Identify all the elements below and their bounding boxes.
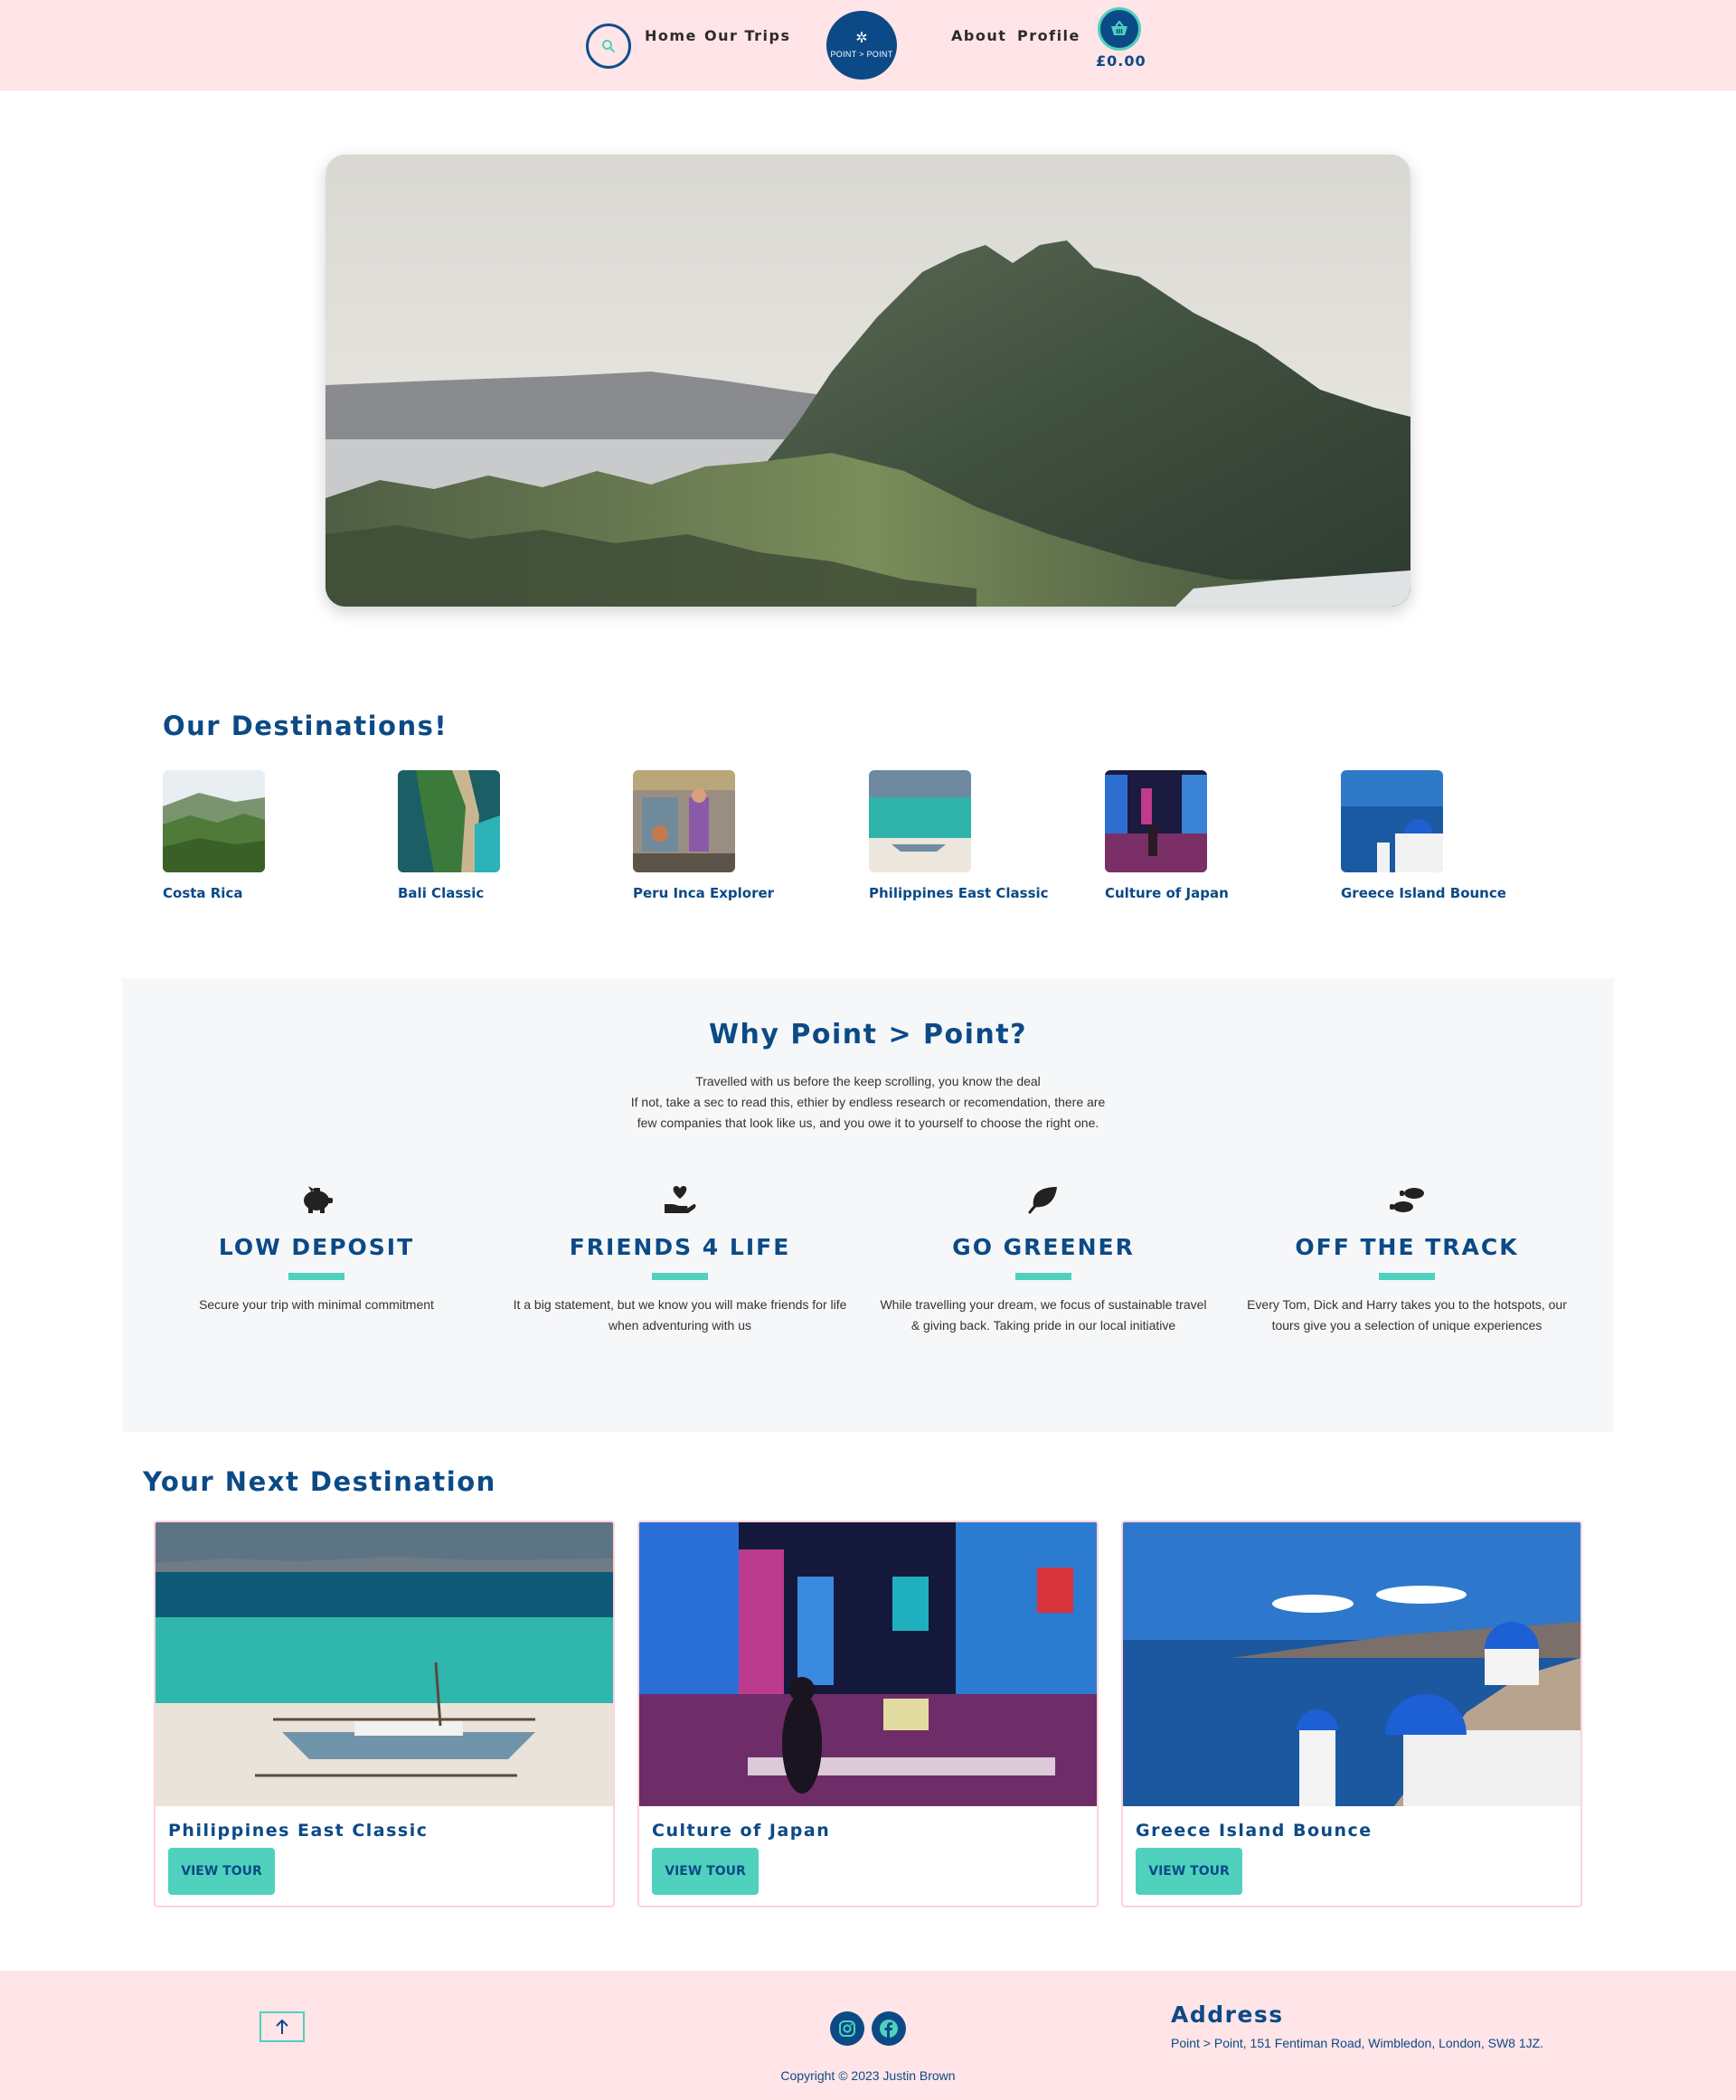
instagram-link[interactable] bbox=[830, 2011, 864, 2046]
why-intro-line: few companies that look like us, and you… bbox=[637, 1116, 1099, 1130]
tour-card-image bbox=[639, 1522, 1097, 1806]
feature-description: Every Tom, Dick and Harry takes you to t… bbox=[1247, 1297, 1567, 1333]
copyright-text: Copyright © 2023 Justin Brown bbox=[780, 2068, 956, 2083]
basket-icon bbox=[1111, 21, 1127, 35]
piggy-bank-icon bbox=[304, 1186, 333, 1213]
destination-item-philippines-east-classic[interactable]: Philippines East Classic bbox=[869, 770, 1077, 901]
destination-name: Peru Inca Explorer bbox=[633, 885, 775, 901]
why-intro-line: Travelled with us before the keep scroll… bbox=[695, 1074, 1041, 1088]
feature-description: It a big statement, but we know you will… bbox=[513, 1297, 847, 1333]
destination-item-bali-classic[interactable]: Bali Classic bbox=[398, 770, 606, 901]
destination-name: Bali Classic bbox=[398, 885, 485, 901]
footprints-icon bbox=[1390, 1188, 1424, 1212]
destination-item-culture-of-japan[interactable]: Culture of Japan bbox=[1105, 770, 1313, 901]
destination-item-greece-island-bounce[interactable]: Greece Island Bounce bbox=[1341, 770, 1549, 901]
destinations-title: Our Destinations! bbox=[163, 711, 448, 741]
back-to-top-button[interactable] bbox=[259, 2011, 305, 2042]
feature-off-the-track: OFF THE TRACK Every Tom, Dick and Harry … bbox=[1231, 1182, 1583, 1336]
nav-link-profile[interactable]: Profile bbox=[1017, 27, 1080, 44]
destination-thumbnail bbox=[633, 770, 735, 872]
destination-thumbnail bbox=[1105, 770, 1207, 872]
destination-name: Costa Rica bbox=[163, 885, 243, 901]
address-text: Point > Point, 151 Fentiman Road, Wimble… bbox=[1171, 2036, 1544, 2050]
destination-name: Greece Island Bounce bbox=[1341, 885, 1506, 901]
why-intro: Travelled with us before the keep scroll… bbox=[574, 1071, 1162, 1134]
footer: Address Point > Point, 151 Fentiman Road… bbox=[0, 1971, 1736, 2100]
nav-link-our-trips[interactable]: Our Trips bbox=[704, 27, 790, 44]
view-tour-button[interactable]: VIEW TOUR bbox=[652, 1848, 759, 1895]
destination-name: Philippines East Classic bbox=[869, 885, 1049, 901]
why-section: Why Point > Point? Travelled with us bef… bbox=[122, 978, 1614, 1432]
destination-item-costa-rica[interactable]: Costa Rica bbox=[163, 770, 371, 901]
brand-logo-text: POINT > POINT bbox=[830, 50, 893, 59]
facebook-link[interactable] bbox=[872, 2011, 906, 2046]
tour-card-japan: Culture of Japan VIEW TOUR bbox=[637, 1521, 1099, 1907]
view-tour-button[interactable]: VIEW TOUR bbox=[1136, 1848, 1242, 1895]
compass-icon: ✲ bbox=[855, 31, 868, 46]
destination-thumbnail bbox=[163, 770, 265, 872]
tour-card-philippines: Philippines East Classic VIEW TOUR bbox=[154, 1521, 615, 1907]
facebook-icon bbox=[880, 2020, 898, 2038]
top-navigation: Home Our Trips ✲ POINT > POINT About Pro… bbox=[0, 0, 1736, 90]
nav-link-home[interactable]: Home bbox=[645, 27, 697, 44]
arrow-up-icon bbox=[276, 2019, 288, 2034]
why-intro-line: If not, take a sec to read this, ethier … bbox=[630, 1095, 1106, 1109]
feature-title: FRIENDS 4 LIFE bbox=[569, 1234, 791, 1260]
nav-link-about[interactable]: About bbox=[951, 27, 1006, 44]
address-title: Address bbox=[1171, 2001, 1284, 2028]
hand-holding-heart-icon bbox=[665, 1186, 696, 1213]
instagram-icon bbox=[839, 2020, 855, 2037]
tour-card-greece: Greece Island Bounce VIEW TOUR bbox=[1121, 1521, 1582, 1907]
hero-image bbox=[326, 155, 1410, 607]
search-button[interactable] bbox=[586, 24, 631, 69]
destination-thumbnail bbox=[398, 770, 500, 872]
feature-description: Secure your trip with minimal commitment bbox=[199, 1297, 434, 1312]
brand-logo[interactable]: ✲ POINT > POINT bbox=[826, 11, 897, 80]
feature-underline bbox=[288, 1273, 344, 1280]
tour-card-title: Greece Island Bounce bbox=[1136, 1821, 1373, 1841]
cart-total: £0.00 bbox=[1096, 52, 1146, 70]
feature-title: LOW DEPOSIT bbox=[218, 1234, 415, 1260]
feature-underline bbox=[1015, 1273, 1071, 1280]
destination-item-peru-inca-explorer[interactable]: Peru Inca Explorer bbox=[633, 770, 841, 901]
next-destination-title: Your Next Destination bbox=[143, 1466, 496, 1497]
destination-thumbnail bbox=[1341, 770, 1443, 872]
feature-title: OFF THE TRACK bbox=[1295, 1234, 1519, 1260]
destination-name: Culture of Japan bbox=[1105, 885, 1229, 901]
tour-card-image bbox=[156, 1522, 613, 1806]
feature-title: GO GREENER bbox=[952, 1234, 1135, 1260]
tour-card-title: Culture of Japan bbox=[652, 1821, 831, 1841]
search-icon bbox=[602, 40, 615, 52]
tour-card-image bbox=[1123, 1522, 1580, 1806]
cart-button[interactable] bbox=[1098, 7, 1141, 51]
feature-underline bbox=[652, 1273, 708, 1280]
destination-thumbnail bbox=[869, 770, 971, 872]
feature-low-deposit: LOW DEPOSIT Secure your trip with minima… bbox=[140, 1182, 493, 1315]
view-tour-button[interactable]: VIEW TOUR bbox=[168, 1848, 275, 1895]
feature-go-greener: GO GREENER While travelling your dream, … bbox=[867, 1182, 1220, 1336]
feature-friends-4-life: FRIENDS 4 LIFE It a big statement, but w… bbox=[504, 1182, 856, 1336]
feature-underline bbox=[1379, 1273, 1435, 1280]
feature-description: While travelling your dream, we focus of… bbox=[880, 1297, 1207, 1333]
leaf-icon bbox=[1028, 1187, 1057, 1214]
why-title: Why Point > Point? bbox=[708, 1019, 1028, 1050]
tour-card-title: Philippines East Classic bbox=[168, 1821, 429, 1841]
